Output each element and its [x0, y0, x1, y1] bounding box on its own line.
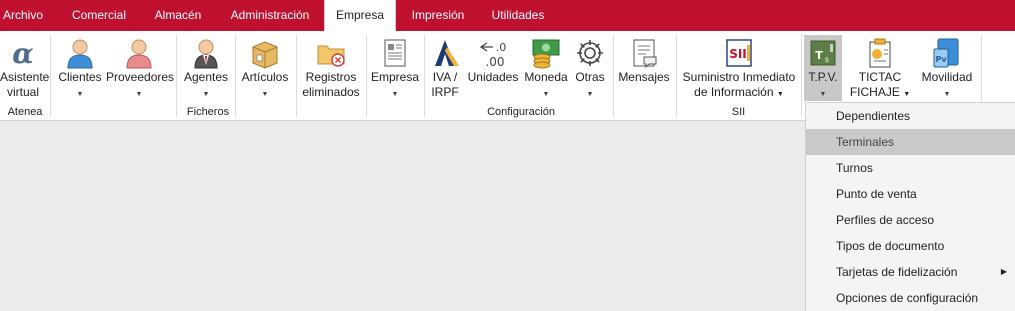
- empresa-button[interactable]: Empresa ▼: [370, 35, 420, 103]
- group-separator: [801, 35, 802, 117]
- company-document-icon: [379, 37, 411, 69]
- menu-item-terminales[interactable]: Terminales: [806, 129, 1015, 155]
- tpv-button[interactable]: Ts T.P.V. ▼: [804, 35, 842, 101]
- svg-text:SII: SII: [729, 47, 747, 61]
- mobility-icon: Pv: [931, 37, 963, 69]
- decimal-units-icon: .0.00: [477, 37, 509, 69]
- chevron-down-icon: ▼: [202, 91, 210, 98]
- group-label-ficheros: Ficheros: [186, 106, 230, 118]
- svg-text:.0: .0: [496, 41, 507, 54]
- box-icon: [249, 37, 281, 69]
- sii-button[interactable]: SII Suministro Inmediato de Información ▼: [680, 35, 798, 103]
- group-label-configuracion: Configuración: [487, 106, 555, 118]
- tab-almacen[interactable]: Almacén: [143, 0, 213, 31]
- menu-item-perfiles-de-acceso[interactable]: Perfiles de acceso: [806, 207, 1015, 233]
- articulos-button[interactable]: Artículos ▼: [239, 35, 291, 103]
- proveedores-button[interactable]: Proveedores ▼: [106, 35, 175, 103]
- tpv-icon: Ts: [807, 37, 839, 69]
- supplier-person-icon: [123, 37, 155, 69]
- svg-text:T: T: [815, 49, 823, 62]
- currency-icon: [530, 37, 562, 69]
- gear-icon: [574, 37, 606, 69]
- menu-item-tarjetas-de-fidelizacion[interactable]: Tarjetas de fidelización ▶: [806, 259, 1015, 285]
- otras-label: Otras: [575, 70, 605, 84]
- chevron-down-icon: ▼: [819, 91, 827, 98]
- empresa-label: Empresa: [370, 70, 420, 84]
- chevron-right-icon: ▶: [1000, 267, 1007, 276]
- tictac-fichaje-button[interactable]: TICTAC FICHAJE ▼: [848, 35, 912, 103]
- mensajes-button[interactable]: Mensajes: [617, 35, 671, 103]
- tax-agency-icon: [429, 37, 461, 69]
- movilidad-button[interactable]: Pv Movilidad ▼: [916, 35, 978, 103]
- unidades-label: Unidades: [467, 70, 519, 84]
- sii-label: Suministro Inmediato de Información ▼: [682, 70, 796, 99]
- registros-label: Registros eliminados: [302, 70, 360, 99]
- tab-comercial[interactable]: Comercial: [59, 0, 139, 31]
- proveedores-label: Proveedores: [106, 70, 175, 84]
- sii-icon: SII: [723, 37, 755, 69]
- menu-item-opciones-de-configuracion[interactable]: Opciones de configuración: [806, 285, 1015, 311]
- svg-text:Pv: Pv: [935, 55, 947, 64]
- group-label-sii: SII: [731, 106, 746, 118]
- tpv-label: T.P.V.: [808, 70, 838, 84]
- tab-administracion[interactable]: Administración: [220, 0, 320, 31]
- agent-person-icon: [190, 37, 222, 69]
- deleted-folder-icon: [315, 37, 347, 69]
- chevron-down-icon: ▼: [542, 91, 550, 98]
- menu-item-punto-de-venta[interactable]: Punto de venta: [806, 181, 1015, 207]
- asistente-label: Asistente virtual: [0, 70, 50, 99]
- chevron-down-icon: ▼: [586, 91, 594, 98]
- svg-text:.00: .00: [485, 55, 504, 69]
- menu-item-dependientes[interactable]: Dependientes: [806, 103, 1015, 129]
- menu-item-turnos[interactable]: Turnos: [806, 155, 1015, 181]
- chevron-down-icon: ▼: [776, 91, 784, 98]
- chevron-down-icon: ▼: [135, 91, 143, 98]
- unidades-button[interactable]: .0.00 Unidades: [466, 35, 520, 103]
- clientes-label: Clientes: [58, 70, 102, 84]
- moneda-button[interactable]: Moneda ▼: [522, 35, 570, 103]
- menu-item-tipos-de-documento[interactable]: Tipos de documento: [806, 233, 1015, 259]
- tpv-dropdown-menu: Dependientes Terminales Turnos Punto de …: [805, 102, 1015, 311]
- tab-empresa[interactable]: Empresa: [324, 0, 396, 31]
- movilidad-label: Movilidad: [921, 70, 973, 84]
- iva-irpf-button[interactable]: IVA / IRPF: [426, 35, 464, 103]
- chevron-down-icon: ▼: [943, 91, 951, 98]
- agentes-label: Agentes: [183, 70, 229, 84]
- menu-bar: Archivo Comercial Almacén Administración…: [0, 0, 1015, 31]
- articulos-label: Artículos: [241, 70, 289, 84]
- clientes-button[interactable]: Clientes ▼: [56, 35, 104, 103]
- svg-text:s: s: [825, 55, 829, 64]
- group-label-atenea: Atenea: [7, 106, 43, 118]
- otras-button[interactable]: Otras ▼: [572, 35, 608, 103]
- svg-text:α: α: [12, 37, 34, 69]
- chevron-down-icon: ▼: [261, 91, 269, 98]
- asistente-virtual-button[interactable]: α Asistente virtual: [0, 35, 50, 103]
- registros-eliminados-button[interactable]: Registros eliminados: [300, 35, 362, 103]
- moneda-label: Moneda: [524, 70, 568, 84]
- messages-icon: [628, 37, 660, 69]
- mensajes-label: Mensajes: [618, 70, 670, 84]
- tab-archivo[interactable]: Archivo: [0, 0, 46, 31]
- tictac-clipboard-icon: [864, 37, 896, 69]
- menu-item-label: Tarjetas de fidelización: [836, 265, 958, 279]
- client-person-icon: [64, 37, 96, 69]
- agentes-button[interactable]: Agentes ▼: [181, 35, 231, 103]
- chevron-down-icon: ▼: [903, 91, 911, 98]
- tictac-label: TICTAC FICHAJE ▼: [849, 70, 911, 99]
- atenea-alpha-icon: α: [7, 37, 39, 70]
- chevron-down-icon: ▼: [391, 91, 399, 98]
- tab-utilidades[interactable]: Utilidades: [480, 0, 556, 31]
- iva-label: IVA / IRPF: [431, 70, 459, 99]
- chevron-down-icon: ▼: [76, 91, 84, 98]
- tab-impresion[interactable]: Impresión: [400, 0, 476, 31]
